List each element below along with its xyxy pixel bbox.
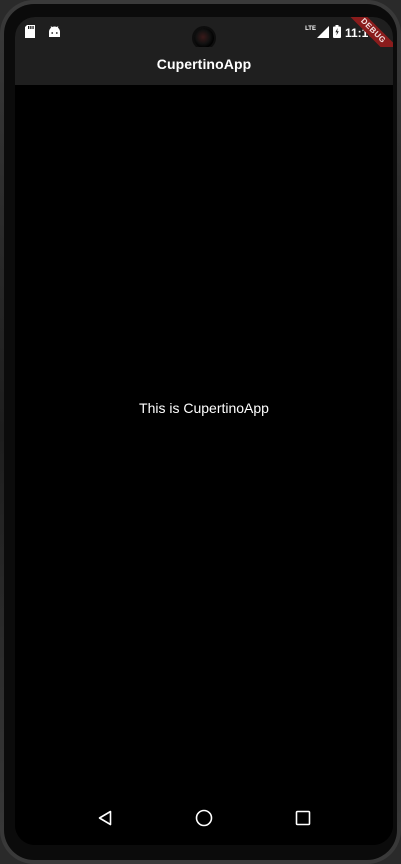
phone-frame: LTE 11:10 DEBUG CupertinoApp This is Cup… (0, 0, 401, 864)
recents-button[interactable] (288, 805, 318, 835)
home-icon (195, 809, 213, 832)
sd-card-icon (24, 25, 36, 43)
app-title: CupertinoApp (156, 56, 252, 72)
system-navigation-bar (15, 795, 393, 845)
home-button[interactable] (189, 805, 219, 835)
app-bar: CupertinoApp (15, 47, 393, 85)
front-camera (194, 28, 214, 48)
recents-icon (295, 810, 311, 831)
screen: LTE 11:10 DEBUG CupertinoApp This is Cup… (15, 17, 393, 845)
network-type: LTE (305, 26, 316, 32)
battery-icon (332, 25, 341, 41)
lte-signal-icon (316, 25, 329, 41)
phone-bezel: LTE 11:10 DEBUG CupertinoApp This is Cup… (4, 4, 397, 860)
status-notifications (24, 25, 61, 43)
body-text: This is CupertinoApp (139, 400, 269, 416)
back-icon (97, 810, 113, 831)
android-icon (48, 25, 61, 43)
status-bar: LTE 11:10 DEBUG (15, 17, 393, 68)
back-button[interactable] (90, 805, 120, 835)
